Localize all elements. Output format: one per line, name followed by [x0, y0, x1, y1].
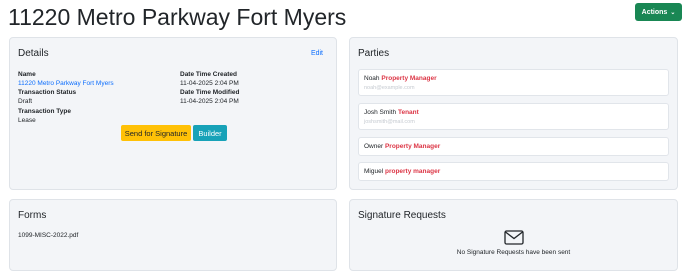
builder-button[interactable]: Builder: [193, 125, 227, 141]
no-signature-requests-message: No Signature Requests have been sent: [456, 249, 571, 256]
party-email: joshsmith@mail.com: [364, 119, 415, 125]
party-line: Owner Property Manager: [364, 143, 440, 150]
name-label: Name: [18, 71, 36, 78]
party-email: noah@example.com: [364, 85, 415, 91]
status-value: Draft: [18, 98, 33, 105]
name-value-link[interactable]: 11220 Metro Parkway Fort Myers: [18, 80, 114, 87]
parties-card: Parties Noah Property Manager noah@examp…: [349, 37, 678, 190]
page-title: 11220 Metro Parkway Fort Myers: [8, 4, 347, 30]
forms-title: Forms: [18, 210, 47, 221]
details-card: Details Edit Name 11220 Metro Parkway Fo…: [9, 37, 337, 190]
party-name: Owner: [364, 143, 384, 150]
party-line: Josh Smith Tenant: [364, 109, 419, 116]
envelope-icon: [504, 230, 524, 245]
party-name: Noah: [364, 75, 380, 82]
party-role: Tenant: [397, 109, 419, 116]
type-value: Lease: [18, 117, 36, 124]
forms-card: Forms 1099-MISC-2022.pdf: [9, 199, 337, 271]
parties-title: Parties: [358, 48, 390, 59]
party-role: property manager: [384, 168, 441, 175]
party-line: Miguel property manager: [364, 168, 440, 175]
created-label: Date Time Created: [180, 71, 237, 78]
party-role: Property Manager: [384, 143, 441, 150]
party-line: Noah Property Manager: [364, 75, 437, 82]
chevron-down-icon: ⌄: [670, 9, 676, 16]
party-item[interactable]: Owner Property Manager: [358, 137, 669, 156]
modified-value: 11-04-2025 2:04 PM: [180, 98, 239, 105]
actions-button[interactable]: Actions ⌄: [635, 3, 682, 21]
party-item[interactable]: Noah Property Manager noah@example.com: [358, 69, 669, 96]
type-label: Transaction Type: [18, 108, 71, 115]
party-role: Property Manager: [381, 75, 437, 82]
status-label: Transaction Status: [18, 89, 77, 96]
signature-requests-title: Signature Requests: [358, 210, 446, 221]
send-for-signature-button[interactable]: Send for Signature: [121, 125, 191, 141]
actions-label: Actions: [641, 8, 668, 16]
created-value: 11-04-2025 2:04 PM: [180, 80, 239, 87]
party-item[interactable]: Josh Smith Tenant joshsmith@mail.com: [358, 103, 669, 130]
form-file-link[interactable]: 1099-MISC-2022.pdf: [18, 232, 78, 239]
party-name: Miguel: [364, 168, 384, 175]
details-title: Details: [18, 48, 49, 59]
modified-label: Date Time Modified: [180, 89, 240, 96]
party-item[interactable]: Miguel property manager: [358, 162, 669, 181]
signature-requests-card: Signature Requests No Signature Requests…: [349, 199, 678, 271]
party-name: Josh Smith: [364, 109, 397, 116]
edit-link[interactable]: Edit: [311, 50, 323, 57]
